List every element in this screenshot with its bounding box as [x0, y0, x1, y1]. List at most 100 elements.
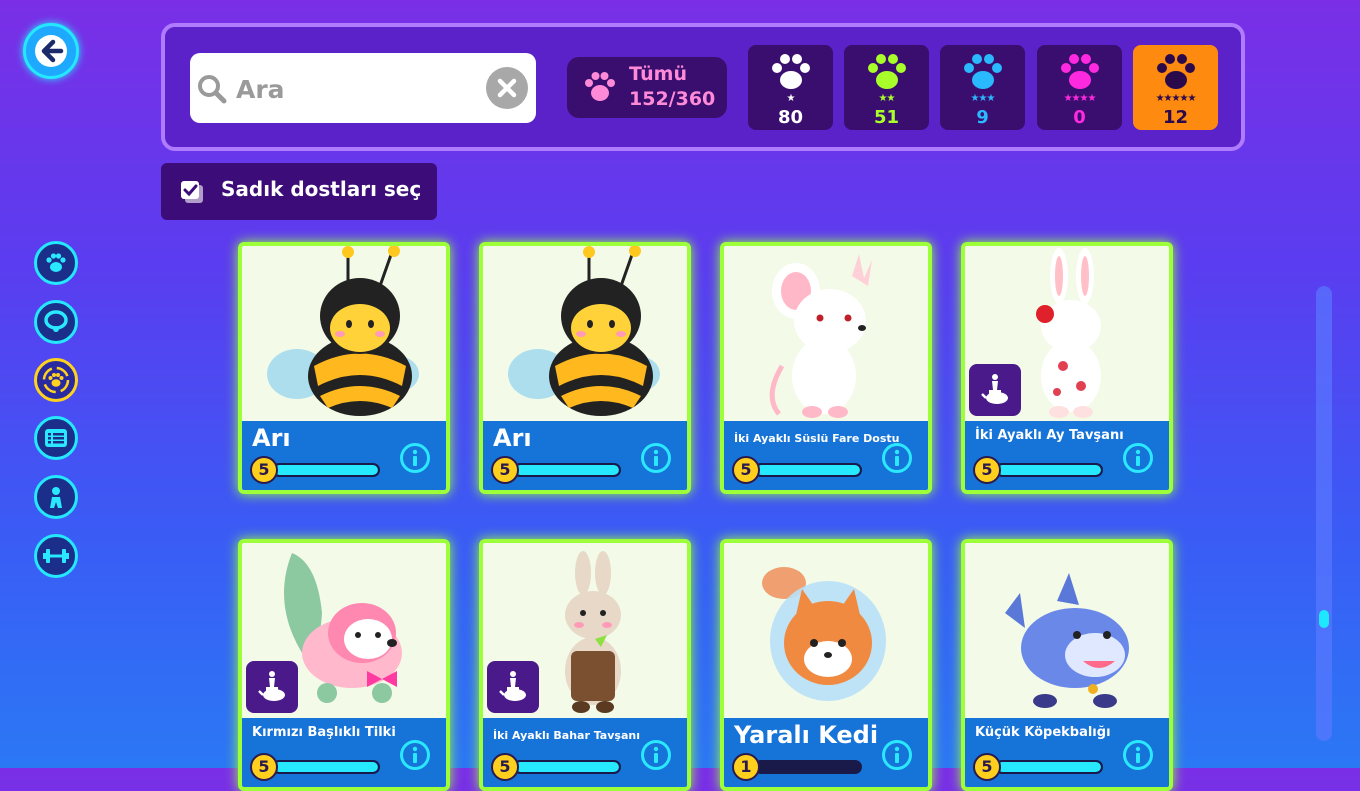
info-icon — [412, 449, 418, 466]
injured-cat-pet-image — [762, 567, 886, 701]
rarity-filter-5[interactable]: ★★★★★ 12 — [1133, 45, 1218, 130]
paw-cycle-icon — [42, 366, 70, 394]
rarity-filter-4[interactable]: ★★★★ 0 — [1037, 45, 1122, 130]
filter-all-label: Tümü — [629, 63, 688, 85]
level-progress-bar — [272, 463, 380, 477]
level-progress-bar — [995, 760, 1103, 774]
search-icon — [198, 75, 227, 104]
pet-name: Küçük Köpekbalığı — [975, 725, 1111, 740]
pet-name: Arı — [493, 424, 532, 452]
dumbbell-icon — [43, 549, 69, 563]
pet-card[interactable]: Arı 5 — [238, 242, 450, 494]
rarity-stars: ★★ — [878, 93, 896, 104]
character-icon — [50, 487, 62, 508]
level-badge: 5 — [732, 456, 760, 484]
mount-icon — [258, 671, 285, 701]
info-button[interactable] — [641, 443, 671, 473]
list-icon — [45, 429, 67, 447]
arrow-left-icon — [35, 35, 67, 67]
level-badge: 5 — [491, 456, 519, 484]
filter-all-count: 152/360 — [629, 88, 716, 110]
pet-card[interactable]: İki Ayaklı Ay Tavşanı 5 — [961, 242, 1173, 494]
rarity-count: 51 — [873, 107, 900, 128]
mouse-pet-image — [769, 254, 872, 418]
pet-card[interactable]: Arı 5 — [479, 242, 691, 494]
level-badge: 5 — [491, 753, 519, 781]
level-progress-bar — [754, 463, 862, 477]
level-progress-bar — [754, 760, 862, 774]
mount-badge — [969, 364, 1021, 416]
info-button[interactable] — [400, 740, 430, 770]
sidebar-item-character[interactable] — [34, 475, 78, 519]
info-button[interactable] — [882, 443, 912, 473]
level-progress-bar — [272, 760, 380, 774]
rarity-count: 0 — [1073, 107, 1086, 128]
level-badge: 5 — [973, 753, 1001, 781]
level-badge: 5 — [250, 753, 278, 781]
pet-name: İki Ayaklı Süslü Fare Dostu — [734, 432, 900, 445]
sidebar-item-collars[interactable] — [34, 300, 78, 344]
rarity-filter-3[interactable]: ★★★ 9 — [940, 45, 1025, 130]
pet-card[interactable]: Yaralı Kedi 1 — [720, 539, 932, 791]
rarity-stars: ★★★ — [970, 93, 996, 104]
paw-icon — [46, 253, 66, 272]
level-progress-bar — [513, 463, 621, 477]
info-icon — [412, 746, 418, 763]
info-icon — [894, 746, 900, 763]
checkbox-icon — [181, 181, 203, 203]
pet-name: İki Ayaklı Bahar Tavşanı — [493, 729, 640, 742]
paw-icon — [585, 72, 615, 101]
sidebar-item-loyal-pets[interactable] — [34, 358, 78, 402]
back-button[interactable] — [23, 23, 79, 79]
pet-name: Kırmızı Başlıklı Tilki — [252, 725, 396, 740]
info-button[interactable] — [641, 740, 671, 770]
info-button[interactable] — [1123, 443, 1153, 473]
bee-pet-image — [508, 246, 660, 416]
info-icon — [894, 449, 900, 466]
info-button[interactable] — [882, 740, 912, 770]
level-progress-bar — [513, 760, 621, 774]
sidebar-item-pets[interactable] — [34, 241, 78, 285]
sidebar-item-list[interactable] — [34, 416, 78, 460]
info-icon — [1135, 746, 1141, 763]
pet-card[interactable]: İki Ayaklı Bahar Tavşanı 5 — [479, 539, 691, 791]
scrollbar-thumb[interactable] — [1319, 610, 1329, 628]
paw-icon — [1061, 54, 1099, 89]
paw-icon — [868, 54, 906, 89]
pet-card[interactable]: Kırmızı Başlıklı Tilki 5 — [238, 539, 450, 791]
rarity-count: 12 — [1162, 107, 1189, 128]
mount-badge — [246, 661, 298, 713]
rarity-filter-1[interactable]: ★ 80 — [748, 45, 833, 130]
info-icon — [653, 746, 659, 763]
little-shark-pet-image — [1005, 573, 1129, 708]
rarity-count: 9 — [976, 107, 989, 128]
collar-icon — [44, 310, 68, 332]
info-button[interactable] — [1123, 740, 1153, 770]
rarity-stars: ★ — [786, 93, 796, 104]
info-button[interactable] — [400, 443, 430, 473]
info-icon — [653, 449, 659, 466]
pet-name: İki Ayaklı Ay Tavşanı — [975, 428, 1124, 443]
pet-card[interactable]: Küçük Köpekbalığı 5 — [961, 539, 1173, 791]
select-loyal-friends-label: Sadık dostları seç — [221, 177, 422, 201]
rarity-stars: ★★★★ — [1063, 93, 1097, 104]
filter-all-button[interactable]: Tümü 152/360 — [567, 57, 727, 118]
rarity-filter-2[interactable]: ★★ 51 — [844, 45, 929, 130]
pet-name: Yaralı Kedi — [734, 721, 879, 749]
select-loyal-friends-button[interactable]: Sadık dostları seç — [161, 163, 437, 220]
pet-name: Arı — [252, 424, 291, 452]
level-badge: 5 — [250, 456, 278, 484]
level-badge: 1 — [732, 753, 760, 781]
sidebar-item-training[interactable] — [34, 534, 78, 578]
scrollbar-track[interactable] — [1316, 286, 1332, 741]
level-progress-bar — [995, 463, 1103, 477]
clear-search-button[interactable] — [486, 67, 528, 109]
paw-icon — [1157, 54, 1195, 89]
mount-badge — [487, 661, 539, 713]
rarity-count: 80 — [777, 107, 804, 128]
search-input[interactable] — [234, 67, 478, 111]
mount-icon — [981, 374, 1008, 404]
info-icon — [1135, 449, 1141, 466]
rarity-stars: ★★★★★ — [1155, 93, 1197, 104]
pet-card[interactable]: İki Ayaklı Süslü Fare Dostu 5 — [720, 242, 932, 494]
